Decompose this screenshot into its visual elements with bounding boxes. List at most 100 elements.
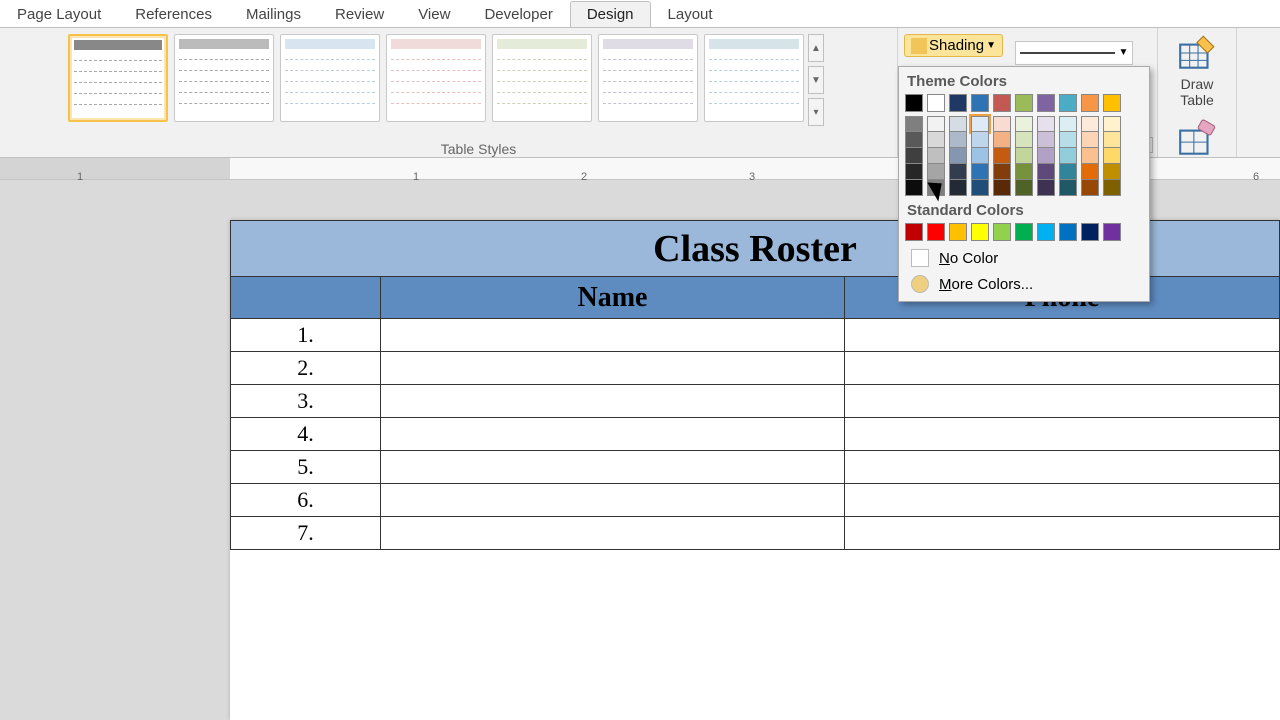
tab-view[interactable]: View (401, 1, 467, 27)
color-swatch[interactable] (1059, 132, 1077, 148)
color-swatch[interactable] (1015, 132, 1033, 148)
table-row-number[interactable]: 4. (231, 418, 381, 451)
tab-references[interactable]: References (118, 1, 229, 27)
color-swatch[interactable] (993, 116, 1011, 132)
table-cell[interactable] (845, 451, 1280, 484)
color-swatch[interactable] (1059, 116, 1077, 132)
color-swatch[interactable] (1103, 132, 1121, 148)
more-colors-option[interactable]: More Colors... (905, 271, 1143, 297)
tab-page-layout[interactable]: Page Layout (0, 1, 118, 27)
color-swatch[interactable] (1037, 94, 1055, 112)
color-swatch[interactable] (1081, 148, 1099, 164)
color-swatch[interactable] (927, 223, 945, 241)
color-swatch[interactable] (971, 148, 989, 164)
shading-button[interactable]: Shading ▼ (904, 34, 1003, 57)
color-swatch[interactable] (949, 94, 967, 112)
table-row-number[interactable]: 6. (231, 484, 381, 517)
table-cell[interactable] (845, 385, 1280, 418)
color-swatch[interactable] (927, 180, 945, 196)
color-swatch[interactable] (927, 132, 945, 148)
color-swatch[interactable] (927, 94, 945, 112)
color-swatch[interactable] (993, 164, 1011, 180)
tab-mailings[interactable]: Mailings (229, 1, 318, 27)
gallery-scroll-down[interactable]: ▼ (808, 66, 824, 94)
color-swatch[interactable] (1037, 132, 1055, 148)
color-swatch[interactable] (905, 116, 923, 132)
tab-developer[interactable]: Developer (467, 1, 569, 27)
border-style-dropdown[interactable]: ▼ (1015, 41, 1133, 65)
color-swatch[interactable] (1103, 164, 1121, 180)
table-cell[interactable] (845, 517, 1280, 550)
color-swatch[interactable] (1059, 223, 1077, 241)
table-cell[interactable] (381, 484, 845, 517)
color-swatch[interactable] (1037, 164, 1055, 180)
color-swatch[interactable] (949, 180, 967, 196)
table-header-cell[interactable]: Name (381, 277, 845, 319)
color-swatch[interactable] (905, 164, 923, 180)
table-row-number[interactable]: 1. (231, 319, 381, 352)
color-swatch[interactable] (993, 223, 1011, 241)
color-swatch[interactable] (927, 164, 945, 180)
table-cell[interactable] (845, 484, 1280, 517)
no-color-option[interactable]: No Color (905, 245, 1143, 271)
table-style-option[interactable] (68, 34, 168, 122)
color-swatch[interactable] (971, 180, 989, 196)
color-swatch[interactable] (971, 164, 989, 180)
color-swatch[interactable] (905, 223, 923, 241)
color-swatch[interactable] (993, 94, 1011, 112)
color-swatch[interactable] (1103, 116, 1121, 132)
table-cell[interactable] (381, 451, 845, 484)
color-swatch[interactable] (1103, 94, 1121, 112)
table-header-cell[interactable] (231, 277, 381, 319)
table-cell[interactable] (845, 352, 1280, 385)
color-swatch[interactable] (949, 223, 967, 241)
color-swatch[interactable] (1081, 116, 1099, 132)
color-swatch[interactable] (927, 116, 945, 132)
color-swatch[interactable] (1059, 164, 1077, 180)
color-swatch[interactable] (971, 132, 989, 148)
tab-review[interactable]: Review (318, 1, 401, 27)
table-style-option[interactable] (174, 34, 274, 122)
table-cell[interactable] (845, 319, 1280, 352)
color-swatch[interactable] (1059, 148, 1077, 164)
gallery-scroll-up[interactable]: ▲ (808, 34, 824, 62)
color-swatch[interactable] (949, 164, 967, 180)
table-style-option[interactable] (704, 34, 804, 122)
draw-table-button[interactable]: Draw Table (1166, 32, 1228, 108)
table-row-number[interactable]: 7. (231, 517, 381, 550)
color-swatch[interactable] (1015, 223, 1033, 241)
table-row-number[interactable]: 5. (231, 451, 381, 484)
color-swatch[interactable] (1015, 116, 1033, 132)
color-swatch[interactable] (1015, 94, 1033, 112)
color-swatch[interactable] (1081, 164, 1099, 180)
color-swatch[interactable] (971, 223, 989, 241)
table-cell[interactable] (381, 517, 845, 550)
table-style-option[interactable] (386, 34, 486, 122)
color-swatch[interactable] (1037, 223, 1055, 241)
color-swatch[interactable] (905, 132, 923, 148)
table-cell[interactable] (845, 418, 1280, 451)
tab-layout[interactable]: Layout (651, 1, 730, 27)
table-style-option[interactable] (598, 34, 698, 122)
table-cell[interactable] (381, 385, 845, 418)
color-swatch[interactable] (1015, 164, 1033, 180)
color-swatch[interactable] (993, 132, 1011, 148)
color-swatch[interactable] (1059, 180, 1077, 196)
color-swatch[interactable] (1015, 148, 1033, 164)
color-swatch[interactable] (1037, 148, 1055, 164)
color-swatch[interactable] (1103, 180, 1121, 196)
color-swatch[interactable] (993, 148, 1011, 164)
table-style-option[interactable] (280, 34, 380, 122)
color-swatch[interactable] (1081, 94, 1099, 112)
color-swatch[interactable] (993, 180, 1011, 196)
color-swatch[interactable] (905, 148, 923, 164)
color-swatch[interactable] (1081, 223, 1099, 241)
color-swatch[interactable] (1037, 116, 1055, 132)
color-swatch[interactable] (949, 148, 967, 164)
color-swatch[interactable] (1081, 132, 1099, 148)
table-style-option[interactable] (492, 34, 592, 122)
color-swatch[interactable] (949, 132, 967, 148)
color-swatch[interactable] (1015, 180, 1033, 196)
color-swatch[interactable] (905, 180, 923, 196)
color-swatch[interactable] (1081, 180, 1099, 196)
